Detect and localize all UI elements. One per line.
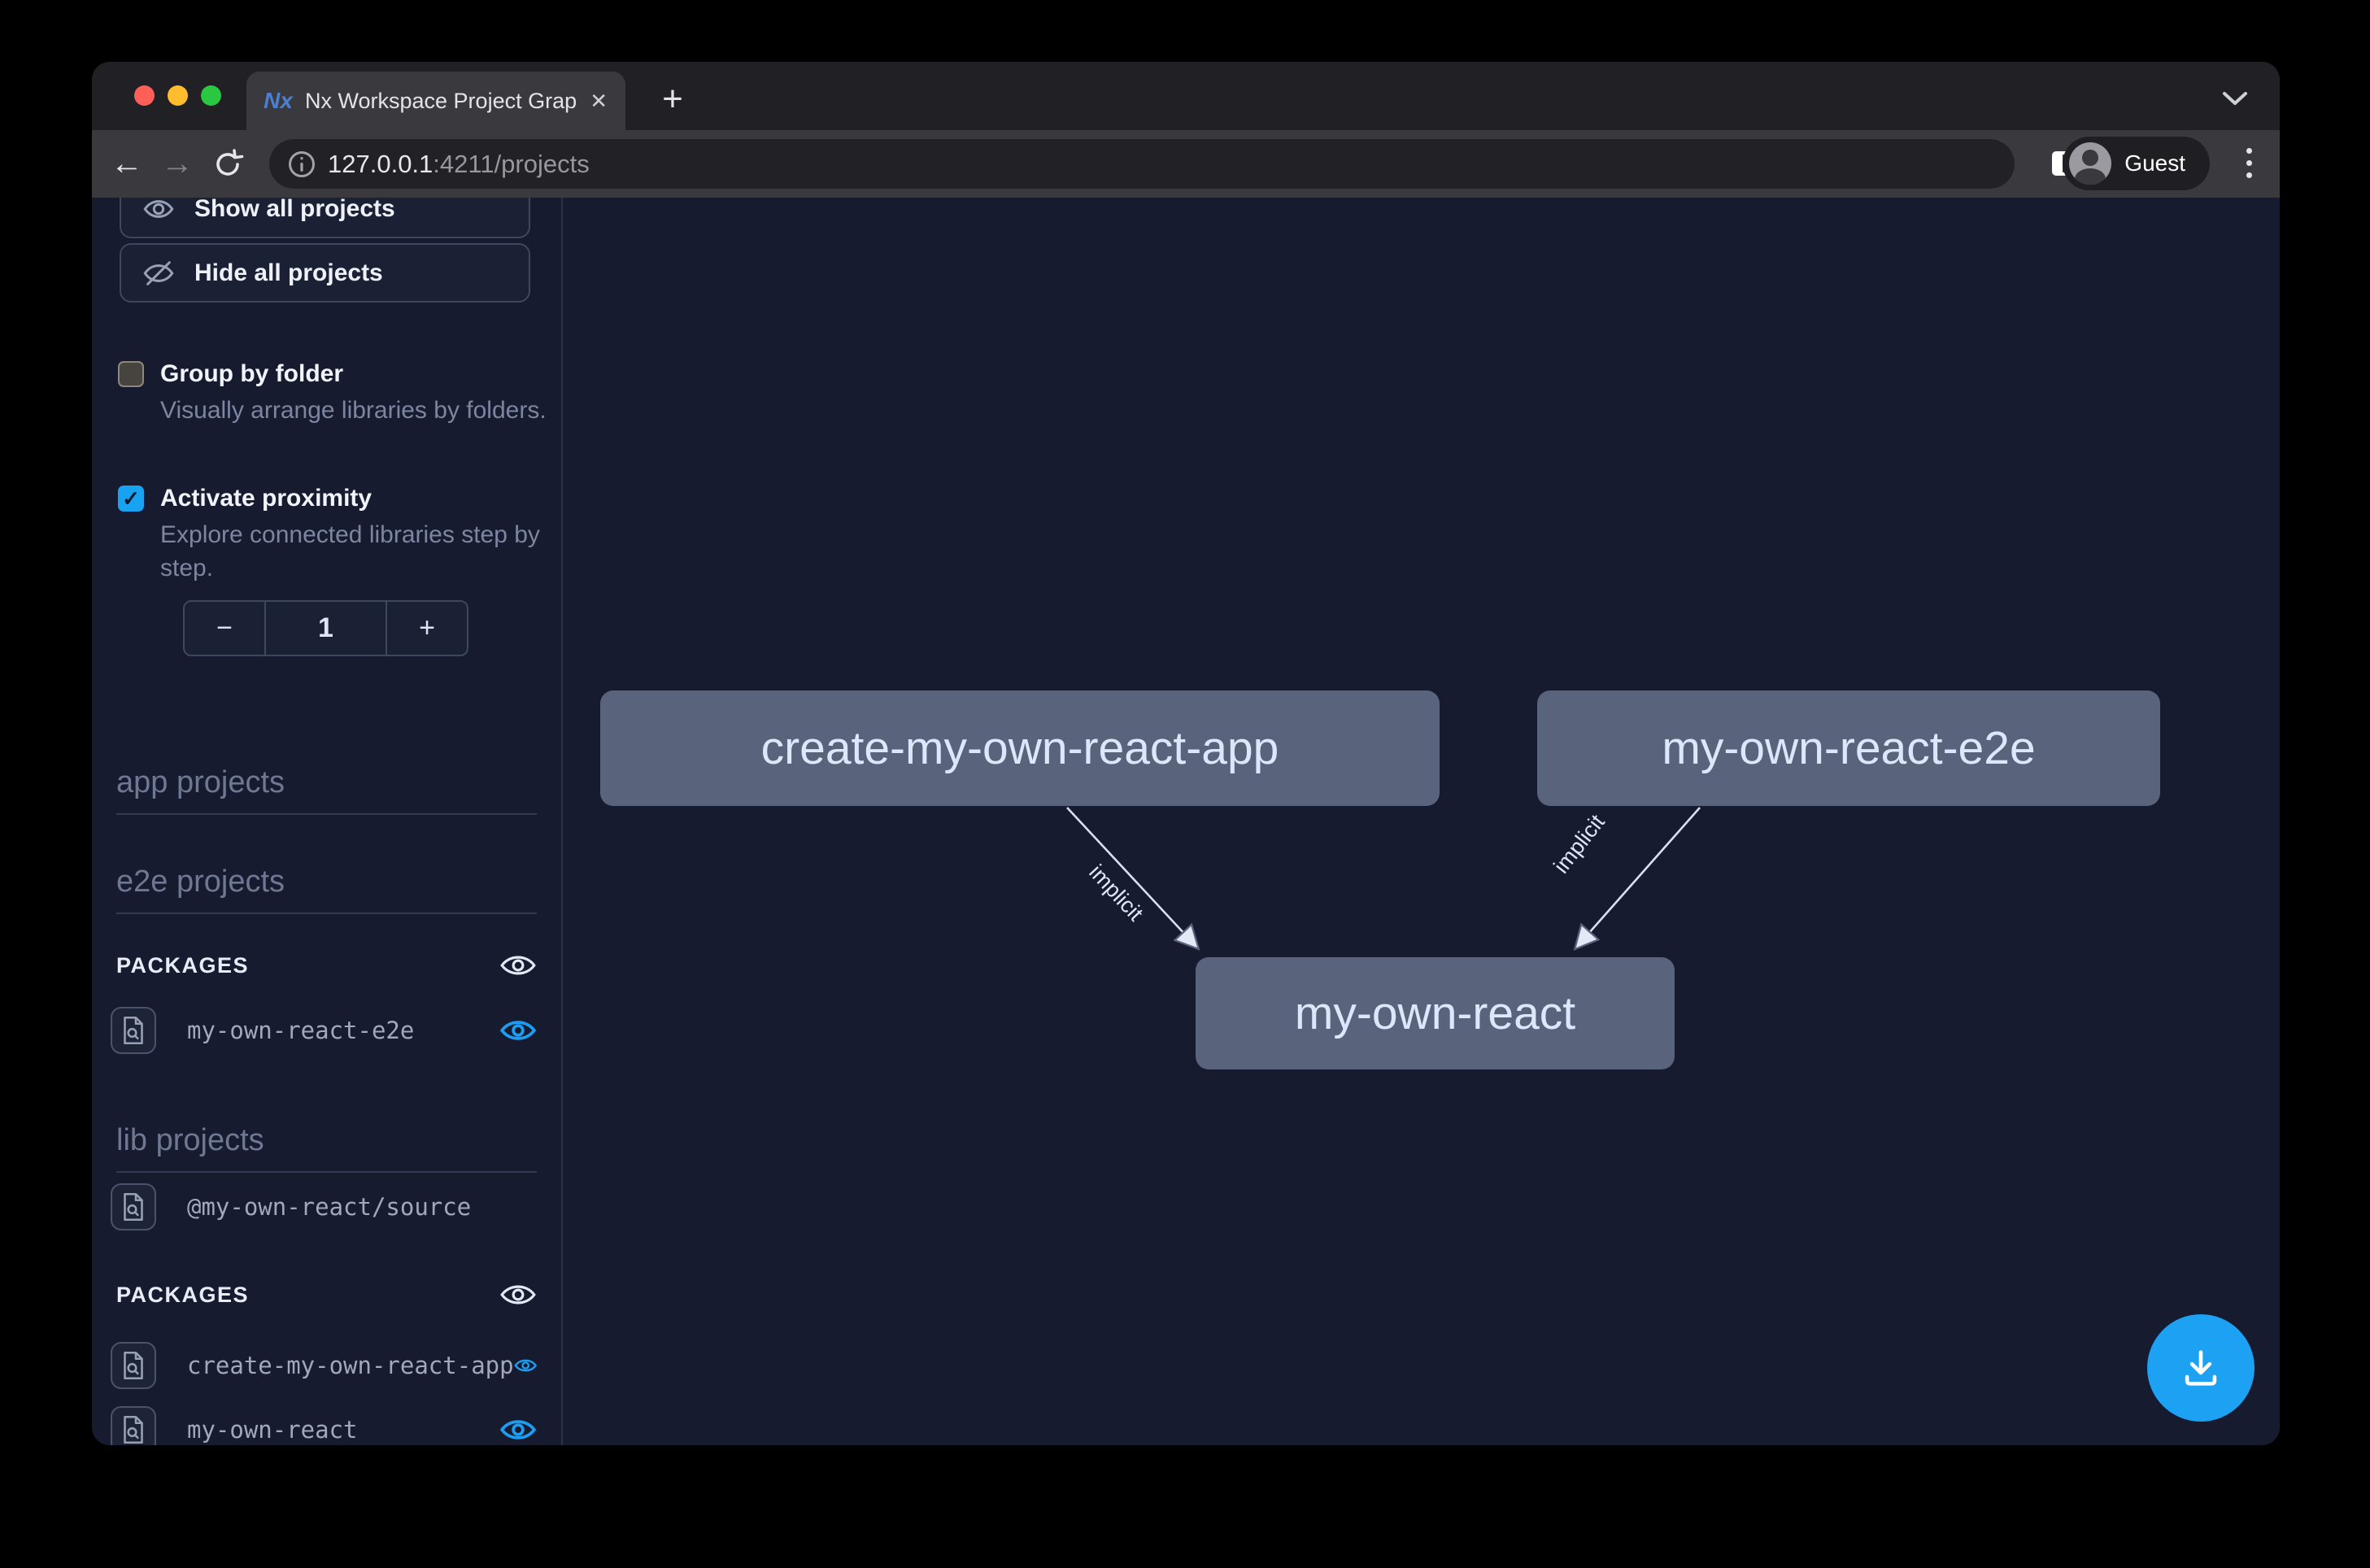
activate-proximity-description: Explore connected libraries step by step…: [160, 518, 549, 585]
file-search-icon: [111, 1007, 156, 1054]
url-bar[interactable]: 127.0.0.1:4211/projects: [269, 139, 2015, 189]
show-all-projects-label: Show all projects: [194, 195, 395, 223]
project-row-my-own-react-e2e[interactable]: my-own-react-e2e: [111, 1007, 537, 1054]
group-by-folder-description: Visually arrange libraries by folders.: [160, 394, 549, 427]
graph-node-create-my-own-react-app[interactable]: create-my-own-react-app: [600, 690, 1440, 806]
project-visibility-eye-icon[interactable]: [514, 1352, 537, 1379]
project-name: create-my-own-react-app: [187, 1352, 514, 1379]
project-name: my-own-react: [187, 1416, 499, 1444]
packages-header-e2e: PACKAGES: [116, 952, 537, 979]
back-button[interactable]: ←: [102, 146, 152, 182]
new-tab-button[interactable]: +: [650, 76, 695, 122]
packages-visibility-eye-icon[interactable]: [499, 1281, 537, 1309]
project-name: @my-own-react/source: [187, 1193, 537, 1221]
file-search-icon: [111, 1183, 156, 1230]
project-graph-canvas[interactable]: create-my-own-react-app my-own-react-e2e…: [563, 198, 2280, 1445]
profile-chip[interactable]: Guest: [2063, 137, 2210, 190]
graph-node-my-own-react[interactable]: my-own-react: [1196, 957, 1675, 1069]
packages-visibility-eye-icon[interactable]: [499, 952, 537, 979]
tab-strip: Nx Nx Workspace Project Graph ✕ +: [92, 62, 2280, 130]
project-visibility-eye-icon[interactable]: [499, 1416, 537, 1444]
activate-proximity-checkbox[interactable]: ✓: [118, 486, 144, 512]
project-row-create-my-own-react-app[interactable]: create-my-own-react-app: [111, 1342, 537, 1389]
close-window-button[interactable]: [134, 85, 155, 106]
packages-label: PACKAGES: [116, 953, 249, 978]
file-search-icon: [111, 1406, 156, 1445]
browser-window: Nx Nx Workspace Project Graph ✕ + ← → 12…: [92, 62, 2280, 1445]
nx-favicon-icon: Nx: [264, 87, 292, 115]
project-row-my-own-react[interactable]: my-own-react: [111, 1406, 537, 1445]
zoom-window-button[interactable]: [201, 85, 221, 106]
file-search-icon: [111, 1342, 156, 1389]
activate-proximity-option: ✓ Activate proximity Explore connected l…: [118, 482, 537, 585]
url-path: :4211/projects: [433, 150, 589, 178]
browser-toolbar: ← → 127.0.0.1:4211/projects Guest: [92, 130, 2280, 198]
site-info-icon[interactable]: [276, 150, 328, 179]
group-by-folder-option: Group by folder Visually arrange librari…: [118, 358, 537, 427]
proximity-increment-button[interactable]: +: [386, 602, 467, 655]
app-content: Show all projects Hide all projects Grou…: [92, 198, 2280, 1445]
proximity-decrement-button[interactable]: −: [185, 602, 266, 655]
project-name: my-own-react-e2e: [187, 1017, 499, 1044]
project-sidebar: Show all projects Hide all projects Grou…: [92, 198, 561, 1445]
activate-proximity-label: Activate proximity: [160, 482, 537, 515]
hide-all-projects-button[interactable]: Hide all projects: [120, 243, 530, 303]
tab-close-icon[interactable]: ✕: [590, 89, 608, 114]
edge-label-implicit: implicit: [1549, 810, 1610, 878]
hide-all-projects-label: Hide all projects: [194, 259, 383, 287]
node-label: my-own-react: [1295, 987, 1575, 1040]
graph-node-my-own-react-e2e[interactable]: my-own-react-e2e: [1537, 690, 2160, 806]
eye-off-icon: [142, 257, 175, 290]
lib-projects-header: lib projects: [116, 1123, 537, 1173]
node-label: create-my-own-react-app: [761, 721, 1279, 775]
packages-label: PACKAGES: [116, 1283, 249, 1308]
e2e-projects-header: e2e projects: [116, 865, 537, 914]
tab-nx-workspace-project-graph[interactable]: Nx Nx Workspace Project Graph ✕: [246, 72, 625, 130]
proximity-stepper: − 1 +: [183, 600, 468, 656]
group-by-folder-label: Group by folder: [160, 358, 537, 390]
reload-button[interactable]: [203, 147, 253, 181]
group-by-folder-checkbox[interactable]: [118, 361, 144, 387]
profile-label: Guest: [2124, 150, 2185, 176]
node-label: my-own-react-e2e: [1662, 721, 2035, 775]
project-row-my-own-react-source[interactable]: @my-own-react/source: [111, 1183, 537, 1230]
edge-label-implicit: implicit: [1084, 860, 1148, 926]
proximity-value: 1: [266, 602, 386, 655]
download-icon: [2177, 1344, 2224, 1392]
url-host: 127.0.0.1: [328, 150, 433, 178]
forward-button[interactable]: →: [152, 146, 203, 182]
graph-edges: [563, 198, 2280, 1445]
url-text: 127.0.0.1:4211/projects: [328, 150, 590, 179]
packages-header-lib: PACKAGES: [116, 1281, 537, 1309]
avatar-icon: [2069, 142, 2111, 185]
app-projects-header: app projects: [116, 765, 537, 815]
tab-title: Nx Workspace Project Graph: [305, 89, 577, 114]
minimize-window-button[interactable]: [168, 85, 188, 106]
tab-search-chevron-icon[interactable]: [2221, 89, 2249, 107]
browser-menu-button[interactable]: [2246, 148, 2252, 178]
project-visibility-eye-icon[interactable]: [499, 1017, 537, 1044]
download-graph-button[interactable]: [2147, 1314, 2255, 1422]
